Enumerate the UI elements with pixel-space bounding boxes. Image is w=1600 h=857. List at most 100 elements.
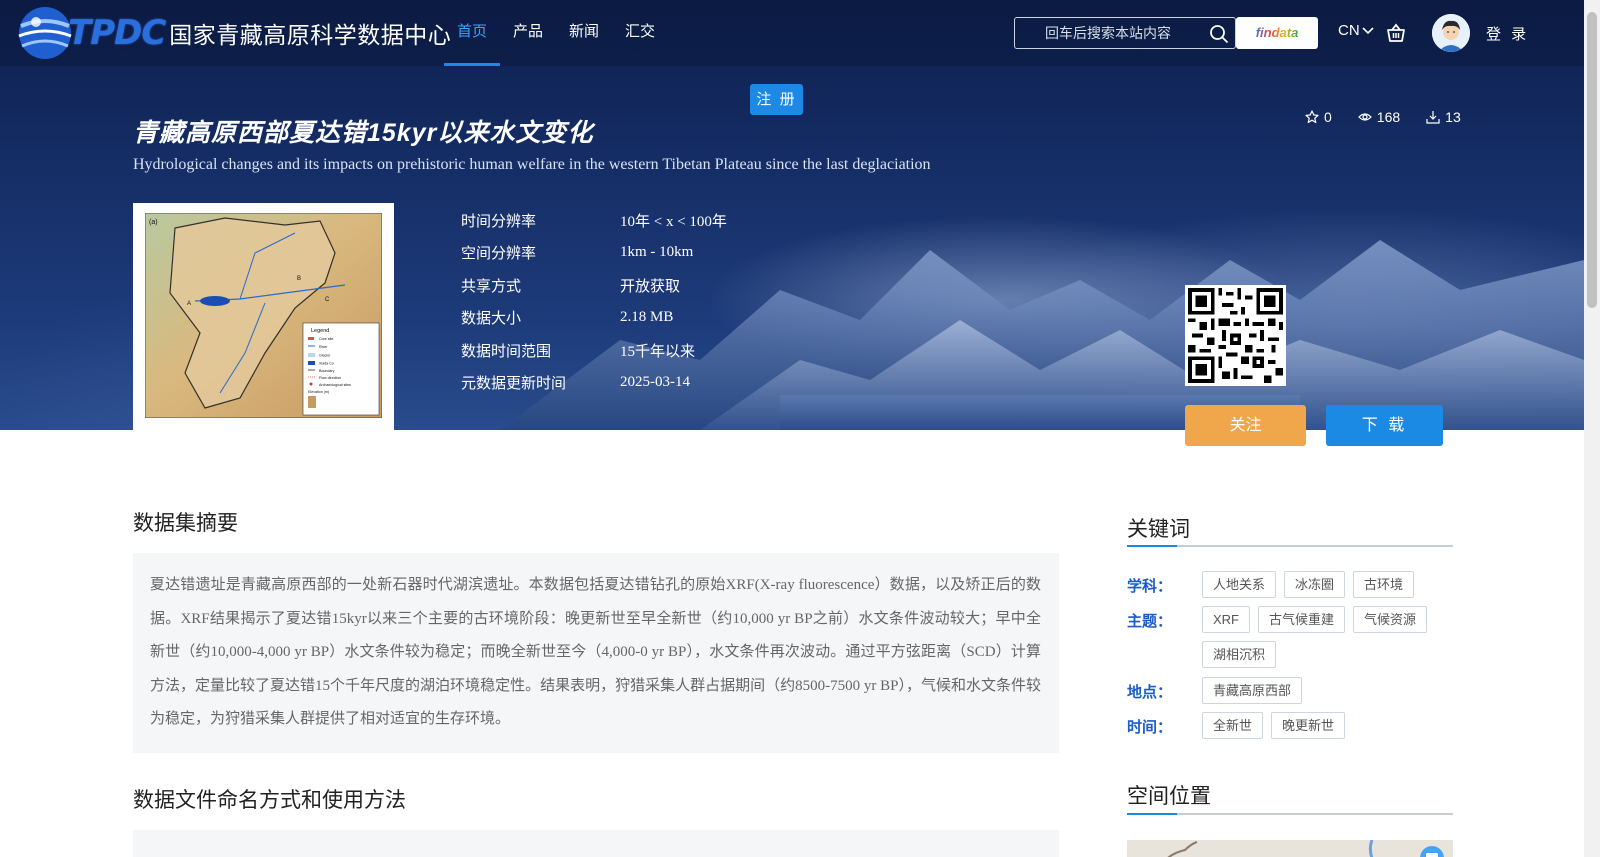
main-nav: 首页 产品 新闻 汇交 [444,0,668,66]
meta-key: 共享方式 [461,277,522,295]
site-search [1014,17,1236,49]
globe-logo-icon [18,7,72,59]
keywords-title: 关键词 [1127,518,1190,541]
meta-key: 数据时间范围 [461,342,552,360]
legend-item-lake: Xiada Co [319,362,334,366]
download-button[interactable]: 下 载 [1326,405,1443,446]
register-button[interactable]: 注 册 [750,84,803,115]
page-scrollbar[interactable] [1584,0,1600,857]
nav-products[interactable]: 产品 [500,0,556,66]
site-logo[interactable]: TPDC 国家青藏高原科学数据中心 [16,4,451,62]
meta-value: 开放获取 [620,278,681,295]
spatial-map[interactable] [1127,840,1453,857]
legend-item-archaeological-sites: Archaeological sites [319,383,351,387]
language-label: CN [1338,22,1360,39]
map-panel-label: (a) [149,219,158,226]
downloads-count: 13 [1445,109,1461,125]
dataset-thumbnail[interactable]: (a) A B C Legend Core site River Glacier… [133,203,394,430]
naming-section-title: 数据文件命名方式和使用方法 [133,789,406,812]
meta-value: 1km - 10km [620,244,694,261]
logo-abbreviation: TPDC [68,13,166,53]
language-switcher[interactable]: CN [1338,22,1374,39]
meta-key: 元数据更新时间 [461,375,567,393]
map-point-c: C [325,297,330,303]
legend-item-core-site: Core site [319,337,333,341]
keyword-tags: 全新世 晚更新世 [1202,712,1450,739]
findata-button[interactable]: findata [1236,17,1318,49]
keyword-tag[interactable]: 气候资源 [1353,606,1428,633]
logo-site-name: 国家青藏高原科学数据中心 [169,22,452,48]
meta-row-time-range: 数据时间范围 15千年以来 [461,334,727,367]
dataset-metadata: 时间分辨率 10年 < x < 100年 空间分辨率 1km - 10km 共享… [461,204,727,399]
top-navigation-bar: TPDC 国家青藏高原科学数据中心 首页 产品 新闻 汇交 findata CN [0,0,1584,66]
dataset-title-en: Hydrological changes and its impacts on … [133,156,931,173]
legend-item-glacier: Glacier [319,354,331,358]
qr-code-icon [1188,288,1283,383]
keyword-tags: 青藏高原西部 [1202,677,1450,704]
nav-home[interactable]: 首页 [444,0,501,66]
keyword-tag[interactable]: 全新世 [1202,712,1264,739]
favorites-stat[interactable]: 0 [1305,109,1332,125]
keyword-group-place: 地点： 青藏高原西部 [1127,677,1450,704]
dataset-stats: 0 168 13 [1305,109,1461,125]
meta-row-temporal-resolution: 时间分辨率 10年 < x < 100年 [461,204,727,237]
keyword-tag[interactable]: XRF [1202,606,1250,633]
follow-button[interactable]: 关注 [1185,405,1306,446]
meta-row-spatial-resolution: 空间分辨率 1km - 10km [461,237,727,270]
legend-item-flow-direction: Flow direction [319,376,341,380]
meta-row-updated: 元数据更新时间 2025-03-14 [461,367,727,400]
views-count: 168 [1376,109,1401,125]
cart-icon[interactable] [1385,22,1407,44]
chevron-down-icon [1362,26,1374,34]
eye-icon [1357,113,1372,121]
findata-label: findata [1256,17,1299,49]
keyword-tag[interactable]: 湖相沉积 [1202,641,1277,668]
search-input[interactable] [1015,18,1195,48]
login-link[interactable]: 登 录 [1486,23,1529,44]
keyword-group-label: 主题： [1127,613,1173,630]
legend-item-boundary: Boundary [319,369,335,373]
keyword-tag[interactable]: 人地关系 [1202,571,1277,598]
meta-value: 15千年以来 [620,343,696,360]
keyword-tag[interactable]: 冰冻圈 [1284,571,1346,598]
keyword-tag[interactable]: 古气候重建 [1258,606,1346,633]
scrollbar-thumb[interactable] [1587,12,1597,308]
abstract-section-title: 数据集摘要 [133,512,238,535]
nav-news[interactable]: 新闻 [556,0,612,66]
spatial-map-image [1127,840,1453,857]
naming-box [133,830,1059,857]
keyword-group-label: 学科： [1127,578,1173,595]
keyword-tags: XRF 古气候重建 气候资源 湖相沉积 [1202,606,1450,668]
abstract-box: 夏达错遗址是青藏高原西部的一处新石器时代湖滨遗址。本数据包括夏达错钻孔的原始XR… [133,553,1059,753]
study-area-map-image: (a) A B C Legend Core site River Glacier… [145,213,382,418]
keyword-tag[interactable]: 青藏高原西部 [1202,677,1303,704]
keywords-underline [1127,545,1453,547]
legend-item-river: River [319,345,328,349]
meta-value: 10年 < x < 100年 [620,213,727,230]
avatar[interactable] [1432,14,1470,52]
meta-key: 时间分辨率 [461,212,537,230]
qr-code [1185,285,1286,386]
search-icon[interactable] [1209,24,1229,44]
meta-key: 空间分辨率 [461,245,537,263]
spatial-underline [1127,813,1453,815]
keyword-group-time: 时间： 全新世 晚更新世 [1127,712,1450,739]
keyword-group-discipline: 学科： 人地关系 冰冻圈 古环境 [1127,571,1450,598]
nav-submit[interactable]: 汇交 [612,0,668,66]
meta-row-size: 数据大小 2.18 MB [461,302,727,335]
keyword-tag[interactable]: 晚更新世 [1271,712,1346,739]
dataset-title-cn: 青藏高原西部夏达错15kyr以来水文变化 [133,119,594,147]
meta-key: 数据大小 [461,310,522,328]
keyword-group-label: 地点： [1127,684,1173,701]
favorites-count: 0 [1324,109,1332,125]
meta-value: 2025-03-14 [620,374,690,391]
keyword-tags: 人地关系 冰冻圈 古环境 [1202,571,1450,598]
abstract-text: 夏达错遗址是青藏高原西部的一处新石器时代湖滨遗址。本数据包括夏达错钻孔的原始XR… [150,577,1041,727]
map-point-b: B [297,276,301,282]
keyword-group-theme: 主题： XRF 古气候重建 气候资源 湖相沉积 [1127,606,1450,668]
keyword-tag[interactable]: 古环境 [1353,571,1415,598]
spatial-title: 空间位置 [1127,785,1211,808]
meta-value: 2.18 MB [620,309,674,326]
map-point-a: A [187,301,191,307]
views-stat: 168 [1357,109,1401,125]
